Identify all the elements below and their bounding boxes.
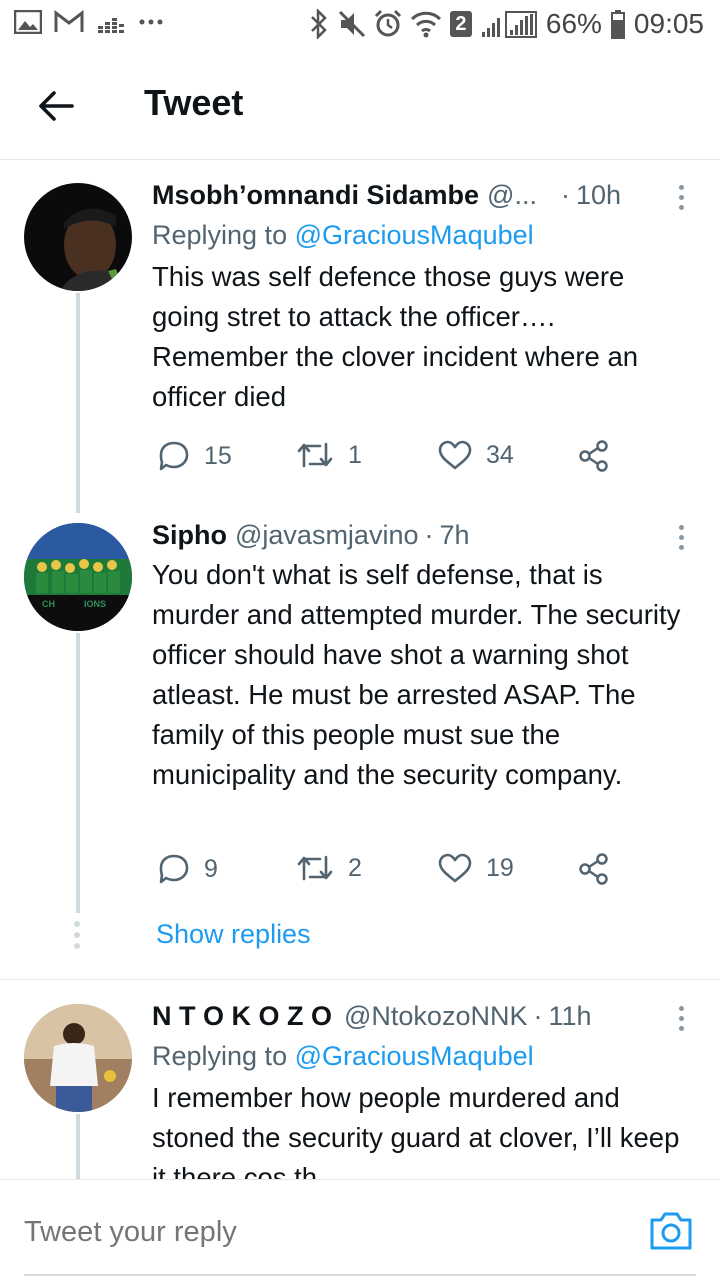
svg-text:IONS: IONS	[84, 599, 106, 609]
timestamp: 7h	[439, 519, 470, 550]
wifi-icon	[410, 10, 442, 38]
tweet-item[interactable]: CH IONS Sipho @javasmjavino · 7h You don…	[0, 491, 720, 979]
like-button[interactable]: 19	[438, 853, 514, 883]
timestamp: 10h	[575, 179, 622, 210]
like-button[interactable]: 34	[438, 440, 514, 470]
replying-to-label: Replying to	[152, 220, 288, 250]
share-button[interactable]	[578, 853, 610, 885]
reply-count: 15	[204, 441, 232, 470]
mute-icon	[338, 9, 366, 39]
more-vertical-icon	[678, 524, 684, 530]
heart-icon	[438, 440, 472, 470]
like-count: 19	[486, 853, 514, 882]
reply-icon	[159, 441, 189, 471]
thread-continuation-dots	[74, 921, 80, 949]
timestamp: 11h	[548, 1000, 592, 1031]
gmail-icon	[54, 10, 84, 34]
avatar[interactable]: CH IONS	[24, 523, 132, 631]
camera-icon	[650, 1212, 692, 1250]
bluetooth-icon	[308, 9, 330, 39]
signal-icon	[480, 10, 538, 38]
avatar[interactable]	[24, 183, 132, 291]
mention-link[interactable]: @GraciousMaqubel	[295, 220, 534, 250]
author-name[interactable]: Msobh’omnandi Sidambe	[152, 180, 479, 211]
separator-dot: ·	[533, 1000, 543, 1031]
equalizer-icon	[96, 10, 126, 34]
author-name[interactable]: Sipho	[152, 520, 227, 551]
thread-line	[76, 491, 80, 513]
more-vertical-icon	[678, 184, 684, 190]
replying-to-label: Replying to	[152, 1041, 288, 1071]
thread-line	[76, 633, 80, 913]
top-app-bar: Tweet	[0, 50, 720, 160]
tweet-actions: 15 1 34	[152, 440, 622, 480]
more-vertical-icon	[678, 1005, 684, 1011]
more-options-button[interactable]	[666, 1000, 696, 1036]
alarm-icon	[374, 9, 402, 39]
replying-to: Replying to @GraciousMaqubel	[152, 1036, 696, 1076]
battery-percent: 66%	[545, 8, 602, 39]
tweet-item[interactable]: N T O K O Z O @NtokozoNNK · 11h Replying…	[0, 980, 720, 1179]
retweet-icon	[297, 855, 333, 881]
thread-line	[76, 293, 80, 491]
reply-composer	[0, 1179, 720, 1280]
battery-icon	[610, 9, 626, 39]
status-bar: 2 66% 09:05	[0, 0, 720, 50]
tweet-actions: 9 2 19	[152, 853, 622, 893]
arrow-left-icon	[39, 91, 74, 121]
author-handle[interactable]: @...	[487, 180, 537, 211]
like-count: 34	[486, 440, 514, 469]
reply-input[interactable]	[24, 1212, 584, 1252]
svg-text:CH: CH	[42, 599, 55, 609]
clock: 09:05	[633, 8, 704, 39]
camera-button[interactable]	[648, 1210, 694, 1252]
input-underline	[24, 1274, 696, 1276]
retweet-button[interactable]: 2	[296, 853, 362, 883]
thread-line	[76, 1114, 80, 1179]
retweet-icon	[297, 442, 333, 468]
author-handle[interactable]: @javasmjavino	[235, 520, 418, 551]
separator-dot: ·	[560, 179, 570, 210]
share-icon	[579, 440, 608, 472]
retweet-button[interactable]: 1	[296, 440, 362, 470]
back-button[interactable]	[36, 86, 76, 126]
more-options-button[interactable]	[666, 179, 696, 215]
mention-link[interactable]: @GraciousMaqubel	[295, 1041, 534, 1071]
retweet-count: 2	[348, 853, 362, 882]
gallery-icon	[14, 10, 42, 34]
show-replies-link[interactable]: Show replies	[156, 919, 311, 950]
tweet-item[interactable]: Msobh’omnandi Sidambe @... · 10h Replyin…	[0, 161, 720, 491]
replies-feed[interactable]: Msobh’omnandi Sidambe @... · 10h Replyin…	[0, 161, 720, 1179]
separator-dot: ·	[424, 519, 434, 550]
author-handle[interactable]: @NtokozoNNK	[344, 1001, 527, 1032]
tweet-text: I remember how people murdered and stone…	[152, 1082, 680, 1179]
more-options-button[interactable]	[666, 519, 696, 555]
reply-button[interactable]: 15	[158, 440, 232, 472]
tweet-text: This was self defence those guys were go…	[152, 261, 639, 412]
author-name[interactable]: N T O K O Z O	[152, 1001, 332, 1032]
sim-badge: 2	[449, 11, 472, 37]
reply-icon	[159, 854, 189, 884]
reply-count: 9	[204, 854, 218, 883]
page-title: Tweet	[144, 82, 244, 123]
more-notifications-icon	[138, 17, 164, 27]
share-icon	[579, 853, 608, 885]
share-button[interactable]	[578, 440, 610, 472]
retweet-count: 1	[348, 440, 362, 469]
tweet-text: You don't what is self defense, that is …	[152, 559, 681, 790]
avatar[interactable]	[24, 1004, 132, 1112]
heart-icon	[438, 853, 472, 883]
replying-to: Replying to @GraciousMaqubel	[152, 215, 696, 255]
reply-button[interactable]: 9	[158, 853, 218, 885]
